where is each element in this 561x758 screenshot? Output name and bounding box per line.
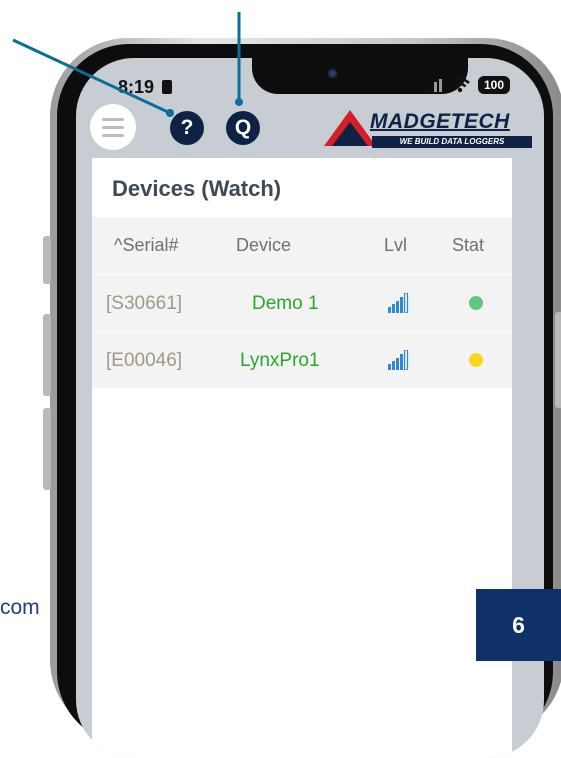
- status-dot: [469, 353, 483, 367]
- logo-wordmark: MADGETECH: [370, 110, 510, 133]
- table-row[interactable]: [E00046] LynxPro1: [92, 332, 512, 388]
- madgetech-logo: MADGETECH WE BUILD DATA LOGGERS: [322, 108, 532, 152]
- battery-icon: 100: [478, 76, 510, 94]
- wifi-icon: [450, 77, 470, 93]
- status-dot: [469, 296, 483, 310]
- device-cell: LynxPro1: [240, 350, 320, 371]
- phone-volume-up-button: [43, 314, 51, 396]
- column-header-serial[interactable]: ^Serial#: [114, 217, 178, 274]
- footer-fragment: com: [0, 596, 40, 619]
- status-time: 8:19: [118, 77, 173, 98]
- sim-icon: [162, 80, 173, 94]
- hamburger-line: [102, 133, 124, 137]
- phone-side-button: [43, 236, 51, 284]
- q-icon[interactable]: Q: [226, 111, 260, 145]
- cellular-signal-icon: [424, 79, 442, 92]
- camera-icon: [327, 68, 338, 79]
- status-icons: 100: [424, 76, 510, 94]
- logo-tagline: WE BUILD DATA LOGGERS: [372, 136, 532, 148]
- panel-title: Devices (Watch): [112, 176, 282, 201]
- device-cell: Demo 1: [252, 293, 319, 314]
- signal-bars-icon: [388, 293, 409, 313]
- table-header: ^Serial# Device Lvl Stat: [92, 217, 512, 274]
- phone-screen: 8:19 100 ? Q MADGETECH WE BUILD DATA LOG…: [76, 58, 544, 758]
- hamburger-line: [102, 125, 124, 129]
- devices-panel: Devices (Watch) ^Serial# Device Lvl Stat…: [92, 158, 512, 758]
- table-row[interactable]: [S30661] Demo 1: [92, 275, 512, 331]
- menu-button[interactable]: [90, 104, 136, 150]
- hamburger-line: [102, 117, 124, 121]
- column-header-level[interactable]: Lvl: [384, 217, 407, 274]
- phone-power-button: [555, 312, 561, 408]
- serial-cell: [S30661]: [106, 293, 183, 314]
- signal-bars-icon: [388, 350, 409, 370]
- help-icon[interactable]: ?: [170, 111, 204, 145]
- column-header-device[interactable]: Device: [236, 217, 291, 274]
- phone-volume-down-button: [43, 408, 51, 490]
- serial-cell: [E00046]: [106, 350, 183, 371]
- column-header-status[interactable]: Stat: [452, 217, 484, 274]
- page-number: 6: [476, 589, 561, 661]
